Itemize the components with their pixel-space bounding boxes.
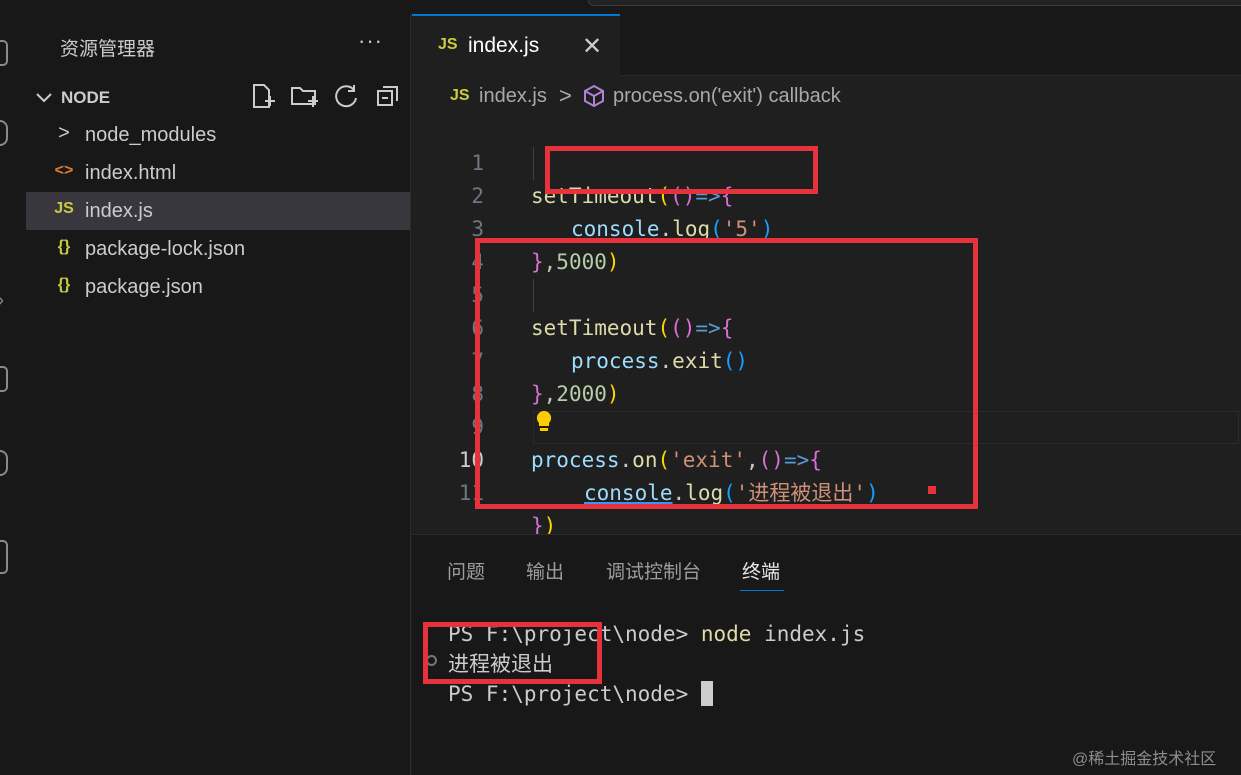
html-file-icon: <> (54, 162, 74, 179)
more-actions-button[interactable]: ··· (358, 28, 383, 54)
tree-item-package-json[interactable]: {} package.json (26, 268, 410, 306)
js-file-icon: JS (438, 36, 458, 53)
tree-item-label: package.json (85, 276, 203, 298)
code-line: 2 console.log('5') (412, 147, 1241, 241)
tab-label: index.js (468, 34, 540, 57)
title-bar (0, 0, 1241, 14)
refresh-icon[interactable] (332, 82, 360, 110)
close-icon[interactable]: ✕ (582, 32, 602, 61)
breadcrumb-file[interactable]: index.js (479, 85, 547, 108)
tree-item-package-lock-json[interactable]: {} package-lock.json (26, 230, 410, 268)
explorer-activity-icon[interactable] (0, 40, 8, 66)
highlight-dot (928, 486, 936, 494)
terminal-prompt: PS F:\project\node> (448, 682, 701, 706)
json-file-icon: {} (57, 238, 71, 255)
extensions-activity-icon[interactable] (0, 366, 8, 392)
tree-item-index-js[interactable]: JS index.js (26, 192, 410, 230)
breadcrumb: JS index.js > process.on('exit') callbac… (412, 78, 1241, 114)
search-activity-icon[interactable] (0, 120, 8, 146)
tab-debug-console[interactable]: 调试控制台 (606, 557, 701, 584)
collapse-all-icon[interactable] (374, 82, 402, 110)
highlight-box (475, 238, 978, 509)
tab-output[interactable]: 输出 (526, 557, 564, 584)
tab-index-js[interactable]: JS index.js ✕ (412, 14, 620, 76)
js-file-icon: JS (54, 200, 74, 217)
run-debug-activity-icon[interactable]: › (0, 290, 8, 316)
tree-item-label: index.html (85, 162, 177, 184)
highlight-box (545, 146, 818, 194)
new-file-icon[interactable] (248, 82, 276, 110)
chevron-right-icon: > (58, 122, 70, 144)
breadcrumb-separator: > (559, 83, 572, 108)
code-line: 1 setTimeout(()=>{ (412, 114, 1241, 208)
terminal-command: node (700, 622, 752, 646)
tab-terminal[interactable]: 终端 (742, 557, 780, 584)
source-control-activity-icon[interactable] (0, 450, 8, 476)
command-center[interactable] (588, 0, 1241, 6)
remote-activity-icon[interactable] (0, 540, 8, 574)
json-file-icon: {} (57, 276, 71, 293)
terminal-command-args: index.js (751, 622, 866, 646)
explorer-sidebar: 资源管理器 ··· NODE > node_modules <> index.h… (26, 14, 411, 775)
tab-problems[interactable]: 问题 (447, 557, 485, 584)
folder-name: NODE (61, 88, 111, 107)
tree-item-label: index.js (85, 200, 153, 222)
explorer-title: 资源管理器 (60, 39, 156, 60)
chevron-down-icon (36, 93, 52, 103)
tree-item-label: package-lock.json (85, 238, 246, 260)
breadcrumb-symbol[interactable]: process.on('exit') callback (613, 85, 841, 108)
folder-header[interactable]: NODE (26, 80, 410, 116)
code-line: 3 },5000) (412, 180, 1241, 274)
terminal-cursor (700, 681, 713, 706)
active-tab-indicator (740, 590, 784, 591)
editor-tab-bar: JS index.js ✕ (412, 14, 1241, 76)
js-file-icon: JS (450, 87, 470, 104)
tree-item-label: node_modules (85, 124, 217, 146)
symbol-method-icon (584, 84, 604, 108)
activity-bar: › (0, 0, 26, 775)
tree-item-index-html[interactable]: <> index.html (26, 154, 410, 192)
watermark: @稀土掘金技术社区 (1072, 751, 1217, 768)
tree-item-node-modules[interactable]: > node_modules (26, 116, 410, 154)
highlight-box (423, 622, 602, 684)
new-folder-icon[interactable] (290, 82, 318, 110)
